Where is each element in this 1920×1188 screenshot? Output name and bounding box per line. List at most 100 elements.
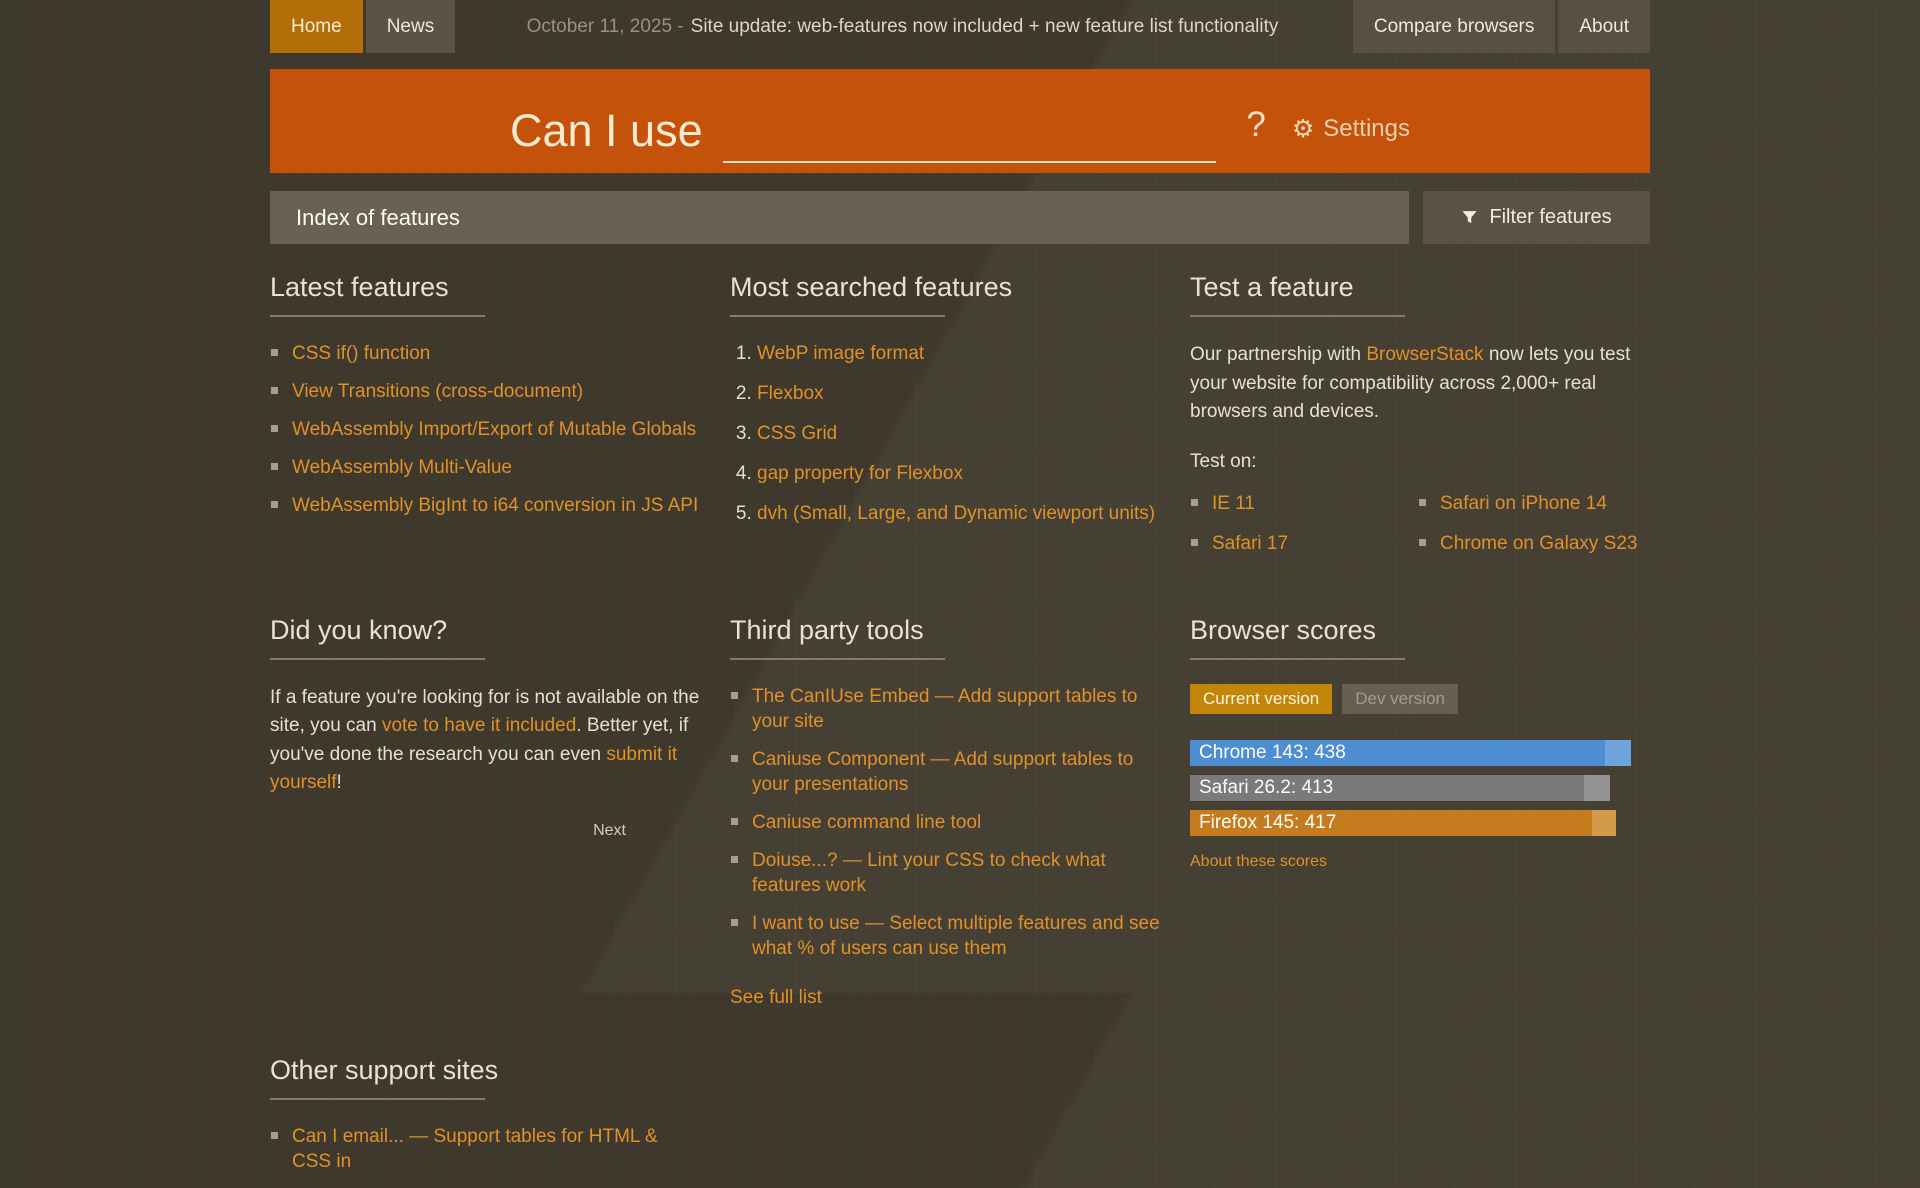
feature-search-input[interactable] [723, 123, 1217, 163]
did-you-know-text: If a feature you're looking for is not a… [270, 684, 702, 798]
current-version-button[interactable]: Current version [1190, 684, 1332, 714]
list-item: Doiuse...? — Lint your CSS to check what… [730, 848, 1162, 898]
third-party-tools-title: Third party tools [730, 615, 1162, 646]
next-button[interactable]: Next [593, 822, 626, 839]
test-browser-link[interactable]: Safari on iPhone 14 [1440, 493, 1607, 514]
list-item: Can I email... — Support tables for HTML… [270, 1124, 702, 1174]
settings-button[interactable]: ⚙ Settings [1292, 115, 1410, 143]
score-bar-extra [1605, 740, 1631, 766]
tab-news[interactable]: News [366, 0, 456, 53]
list-item: Safari on iPhone 14 [1418, 491, 1646, 516]
dev-version-button[interactable]: Dev version [1342, 684, 1458, 714]
top-nav: Home News October 11, 2025 - Site update… [270, 0, 1650, 53]
divider [730, 658, 945, 660]
list-item: I want to use — Select multiple features… [730, 911, 1162, 961]
gear-icon: ⚙ [1292, 117, 1314, 142]
test-on-label: Test on: [1190, 451, 1650, 473]
divider [270, 315, 485, 317]
feature-link[interactable]: WebP image format [757, 343, 924, 364]
tool-link[interactable]: The CanIUse Embed — Add support tables t… [752, 686, 1138, 732]
list-item: WebAssembly Import/Export of Mutable Glo… [270, 417, 702, 442]
score-bar-firefox[interactable]: Firefox 145: 417 [1190, 810, 1650, 836]
browserstack-link[interactable]: BrowserStack [1366, 344, 1483, 365]
feature-link[interactable]: WebAssembly BigInt to i64 conversion in … [292, 495, 698, 516]
list-item: gap property for Flexbox [757, 461, 1162, 486]
section-browser-scores: Browser scores Current version Dev versi… [1190, 615, 1650, 1010]
list-item: Caniuse Component — Add support tables t… [730, 747, 1162, 797]
feature-link[interactable]: gap property for Flexbox [757, 463, 963, 484]
score-bar-extra [1584, 775, 1610, 801]
browserstack-text: Our partnership with BrowserStack now le… [1190, 341, 1650, 427]
list-item: Chrome on Galaxy S23 [1418, 531, 1646, 556]
score-bar-label: Safari 26.2: 413 [1190, 775, 1584, 801]
site-header: Can I use ? ⚙ Settings [270, 69, 1650, 173]
divider [1190, 315, 1405, 317]
list-item: CSS Grid [757, 421, 1162, 446]
divider [270, 658, 485, 660]
test-browser-link[interactable]: Safari 17 [1212, 533, 1288, 554]
section-latest-features: Latest features CSS if() function View T… [270, 272, 730, 569]
feature-link[interactable]: WebAssembly Multi-Value [292, 457, 512, 478]
section-most-searched: Most searched features WebP image format… [730, 272, 1190, 569]
index-of-features-bar: Index of features [270, 191, 1409, 244]
tool-link[interactable]: Doiuse...? — Lint your CSS to check what… [752, 850, 1106, 896]
score-bar-label: Firefox 145: 417 [1190, 810, 1592, 836]
list-item: CSS if() function [270, 341, 702, 366]
test-browser-link[interactable]: IE 11 [1212, 493, 1255, 514]
filter-features-button[interactable]: Filter features [1423, 191, 1650, 244]
vote-link[interactable]: vote to have it included [382, 715, 576, 736]
score-bar-chrome[interactable]: Chrome 143: 438 [1190, 740, 1650, 766]
list-item: View Transitions (cross-document) [270, 379, 702, 404]
score-bar-safari[interactable]: Safari 26.2: 413 [1190, 775, 1650, 801]
other-support-sites-title: Other support sites [270, 1055, 702, 1086]
filter-features-label: Filter features [1489, 206, 1611, 229]
tab-compare-browsers[interactable]: Compare browsers [1353, 0, 1556, 53]
test-browser-link[interactable]: Chrome on Galaxy S23 [1440, 533, 1638, 554]
about-these-scores-link[interactable]: About these scores [1190, 853, 1327, 870]
announcement-link[interactable]: Site update: web-features now included +… [691, 16, 1279, 38]
browser-scores-title: Browser scores [1190, 615, 1650, 646]
list-item: WebP image format [757, 341, 1162, 366]
score-bar-label: Chrome 143: 438 [1190, 740, 1605, 766]
news-announcement-bar: October 11, 2025 - Site update: web-feat… [455, 0, 1350, 53]
list-item: WebAssembly Multi-Value [270, 455, 702, 480]
question-mark: ? [1246, 105, 1265, 145]
feature-search [723, 123, 1217, 163]
most-searched-title: Most searched features [730, 272, 1162, 303]
tab-about[interactable]: About [1558, 0, 1650, 53]
section-did-you-know: Did you know? If a feature you're lookin… [270, 615, 730, 1010]
feature-link[interactable]: CSS if() function [292, 343, 430, 364]
latest-features-title: Latest features [270, 272, 702, 303]
site-logo: Can I use [510, 105, 703, 157]
feature-link[interactable]: View Transitions (cross-document) [292, 381, 583, 402]
tool-link[interactable]: I want to use — Select multiple features… [752, 913, 1160, 959]
feature-link[interactable]: CSS Grid [757, 423, 837, 444]
section-third-party-tools: Third party tools The CanIUse Embed — Ad… [730, 615, 1190, 1010]
see-full-list-link[interactable]: See full list [730, 987, 822, 1008]
feature-link[interactable]: dvh (Small, Large, and Dynamic viewport … [757, 503, 1155, 524]
support-site-link[interactable]: Can I email... — Support tables for HTML… [292, 1126, 658, 1172]
tab-home[interactable]: Home [270, 0, 363, 53]
divider [1190, 658, 1405, 660]
tool-link[interactable]: Caniuse command line tool [752, 812, 981, 833]
list-item: IE 11 [1190, 491, 1418, 516]
feature-link[interactable]: Flexbox [757, 383, 824, 404]
score-bar-extra [1592, 810, 1616, 836]
test-a-feature-title: Test a feature [1190, 272, 1650, 303]
list-item: WebAssembly BigInt to i64 conversion in … [270, 493, 702, 518]
list-item: The CanIUse Embed — Add support tables t… [730, 684, 1162, 734]
list-item: Caniuse command line tool [730, 810, 1162, 835]
list-item: Safari 17 [1190, 531, 1418, 556]
list-item: dvh (Small, Large, and Dynamic viewport … [757, 501, 1162, 526]
filter-funnel-icon [1461, 209, 1478, 226]
list-item: Flexbox [757, 381, 1162, 406]
divider [730, 315, 945, 317]
settings-label: Settings [1323, 115, 1410, 143]
section-other-support-sites: Other support sites Can I email... — Sup… [270, 1055, 730, 1187]
section-test-a-feature: Test a feature Our partnership with Brow… [1190, 272, 1650, 569]
feature-link[interactable]: WebAssembly Import/Export of Mutable Glo… [292, 419, 696, 440]
announcement-date: October 11, 2025 - [527, 16, 684, 38]
did-you-know-title: Did you know? [270, 615, 702, 646]
divider [270, 1098, 485, 1100]
tool-link[interactable]: Caniuse Component — Add support tables t… [752, 749, 1133, 795]
